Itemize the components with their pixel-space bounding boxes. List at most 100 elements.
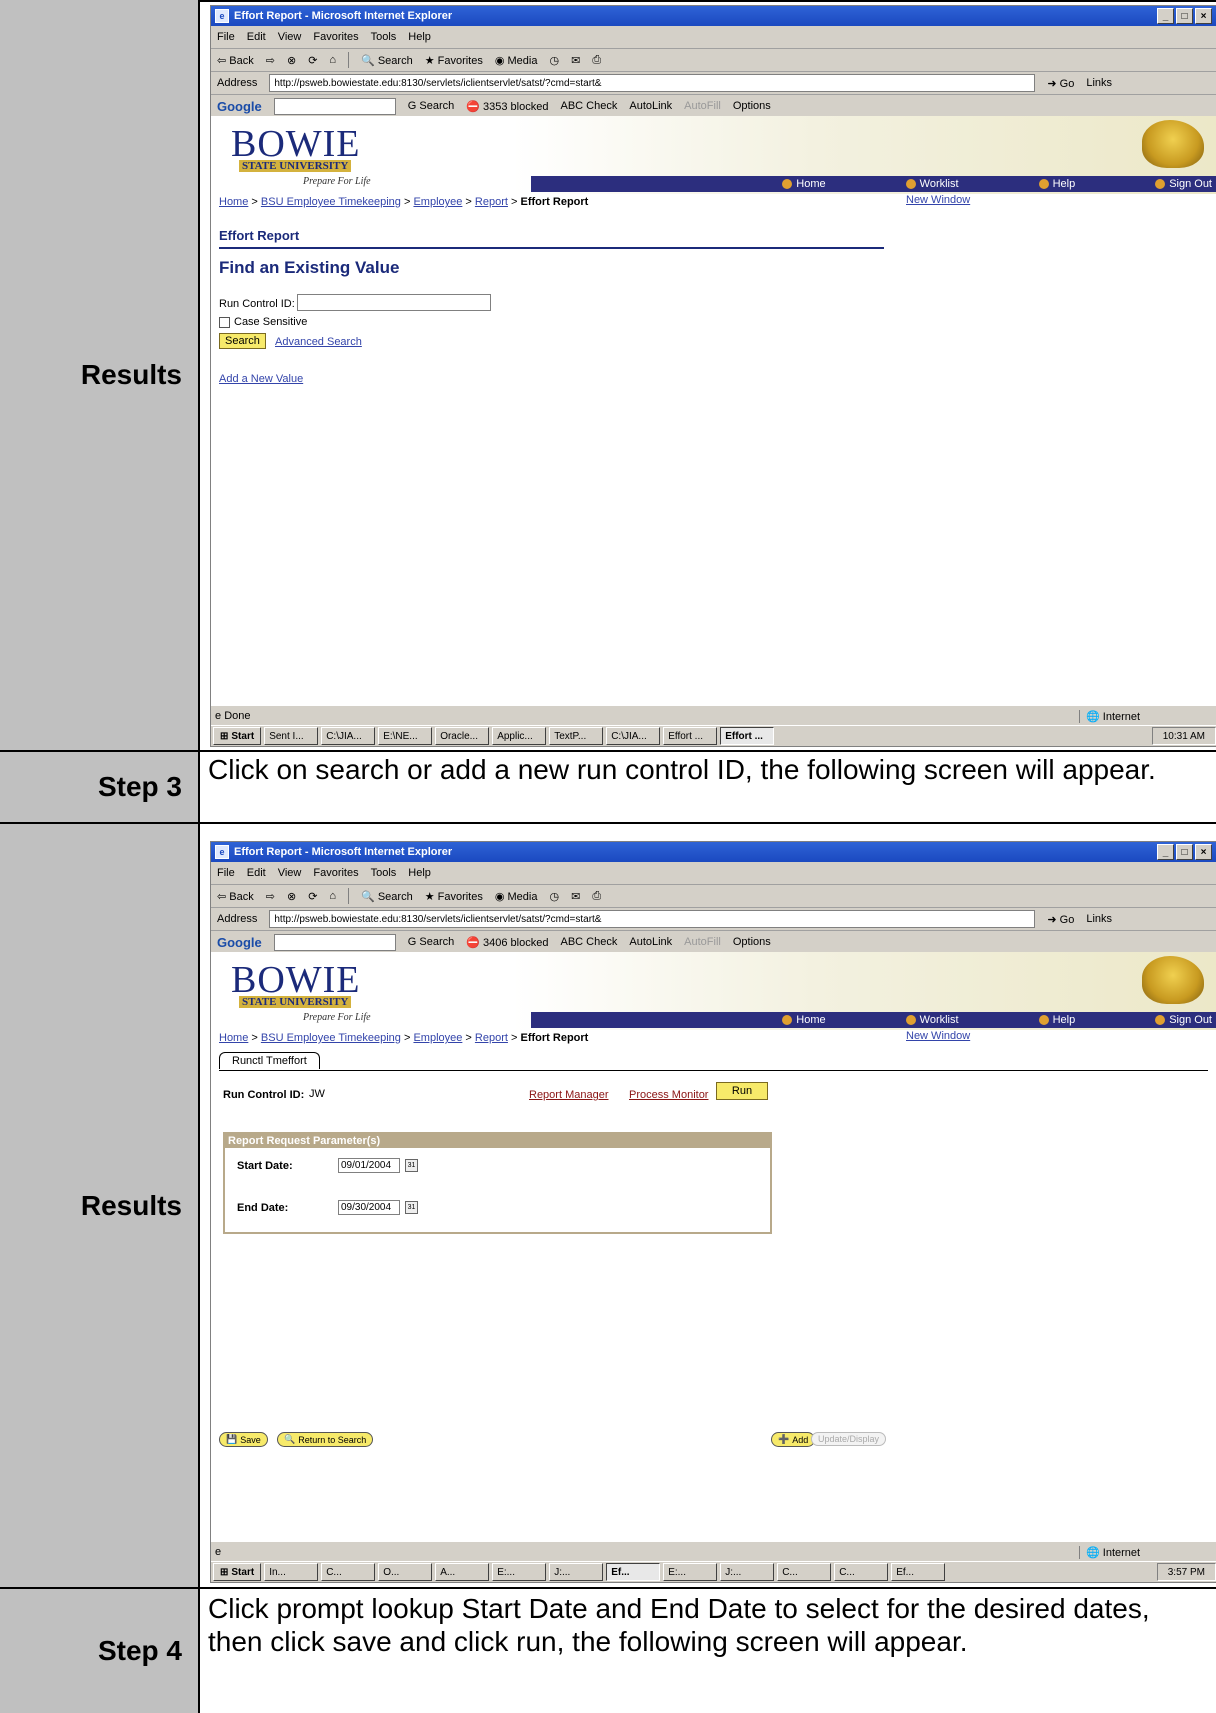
options-button[interactable]: Options: [733, 100, 771, 112]
taskbar-item[interactable]: E:...: [492, 1563, 547, 1581]
maximize-icon[interactable]: □: [1176, 844, 1193, 860]
taskbar-item[interactable]: J:...: [720, 1563, 775, 1581]
calendar-icon[interactable]: 31: [405, 1201, 418, 1214]
back-button[interactable]: ⇦ Back: [217, 890, 254, 903]
refresh-icon[interactable]: ⟳: [308, 890, 317, 903]
forward-icon[interactable]: ⇨: [266, 54, 275, 67]
back-button[interactable]: ⇦ Back: [217, 54, 254, 67]
links-button[interactable]: Links: [1086, 913, 1112, 925]
mail-icon[interactable]: ✉: [571, 54, 580, 67]
crumb-employee[interactable]: Employee: [413, 1032, 462, 1044]
taskbar-item[interactable]: C...: [777, 1563, 832, 1581]
history-icon[interactable]: ◷: [549, 54, 559, 67]
autofill-button[interactable]: AutoFill: [684, 936, 721, 948]
save-button[interactable]: 💾 Save: [219, 1432, 268, 1447]
menu-tools[interactable]: Tools: [371, 867, 397, 879]
taskbar-item[interactable]: Sent I...: [264, 727, 319, 745]
crumb-timekeeping[interactable]: BSU Employee Timekeeping: [261, 1032, 401, 1044]
add-button[interactable]: ➕ Add: [771, 1432, 816, 1447]
taskbar-item[interactable]: C...: [321, 1563, 376, 1581]
mail-icon[interactable]: ✉: [571, 890, 580, 903]
maximize-icon[interactable]: □: [1176, 8, 1193, 24]
taskbar-item-active[interactable]: Ef...: [606, 1563, 661, 1581]
taskbar-item[interactable]: Ef...: [891, 1563, 946, 1581]
update-display-button[interactable]: Update/Display: [811, 1432, 887, 1446]
start-button[interactable]: ⊞ Start: [213, 727, 262, 745]
case-sensitive-checkbox[interactable]: [219, 316, 230, 328]
minimize-icon[interactable]: _: [1157, 8, 1174, 24]
taskbar-item[interactable]: J:...: [549, 1563, 604, 1581]
forward-icon[interactable]: ⇨: [266, 890, 275, 903]
taskbar-item[interactable]: E:\NE...: [378, 727, 433, 745]
crumb-home[interactable]: Home: [219, 1032, 248, 1044]
links-button[interactable]: Links: [1086, 77, 1112, 89]
popup-blocker[interactable]: ⛔ 3353 blocked: [466, 100, 548, 113]
print-icon[interactable]: ⎙: [592, 54, 601, 67]
go-button[interactable]: ➜ Go: [1047, 77, 1074, 90]
google-search-button[interactable]: G Search: [408, 100, 454, 112]
menu-help[interactable]: Help: [408, 867, 431, 879]
nav-help[interactable]: Help: [1038, 1014, 1075, 1026]
nav-worklist[interactable]: Worklist: [905, 178, 959, 190]
stop-icon[interactable]: ⊗: [287, 890, 296, 903]
go-button[interactable]: ➜ Go: [1047, 913, 1074, 926]
taskbar-item[interactable]: Applic...: [492, 727, 547, 745]
new-window-link[interactable]: New Window: [906, 1030, 970, 1042]
report-manager-link[interactable]: Report Manager: [529, 1089, 609, 1101]
taskbar-item[interactable]: A...: [435, 1563, 490, 1581]
options-button[interactable]: Options: [733, 936, 771, 948]
address-input[interactable]: http://psweb.bowiestate.edu:8130/servlet…: [269, 910, 1036, 928]
menu-view[interactable]: View: [278, 31, 302, 43]
taskbar-item[interactable]: C:\JIA...: [321, 727, 376, 745]
end-date-input[interactable]: 09/30/2004: [338, 1200, 400, 1215]
taskbar-item[interactable]: C...: [834, 1563, 889, 1581]
google-logo[interactable]: Google: [217, 99, 262, 114]
taskbar-item[interactable]: TextP...: [549, 727, 604, 745]
search-submit-button[interactable]: Search: [219, 333, 266, 349]
address-input[interactable]: http://psweb.bowiestate.edu:8130/servlet…: [269, 74, 1036, 92]
crumb-employee[interactable]: Employee: [413, 196, 462, 208]
taskbar-item[interactable]: E:...: [663, 1563, 718, 1581]
calendar-icon[interactable]: 31: [405, 1159, 418, 1172]
menu-edit[interactable]: Edit: [247, 867, 266, 879]
close-icon[interactable]: ×: [1195, 844, 1212, 860]
spell-check-button[interactable]: ABC Check: [560, 936, 617, 948]
taskbar-item[interactable]: In...: [264, 1563, 319, 1581]
menu-favorites[interactable]: Favorites: [313, 31, 358, 43]
media-button[interactable]: ◉ Media: [495, 890, 538, 903]
menu-view[interactable]: View: [278, 867, 302, 879]
menu-file[interactable]: File: [217, 867, 235, 879]
google-search-button[interactable]: G Search: [408, 936, 454, 948]
search-button[interactable]: 🔍 Search: [361, 54, 413, 67]
favorites-button[interactable]: ★ Favorites: [425, 54, 483, 67]
nav-signout[interactable]: Sign Out: [1155, 1014, 1212, 1026]
google-search-input[interactable]: [273, 933, 396, 951]
run-button[interactable]: Run: [716, 1082, 768, 1100]
home-icon[interactable]: ⌂: [329, 54, 336, 66]
process-monitor-link[interactable]: Process Monitor: [629, 1089, 708, 1101]
add-new-value-link[interactable]: Add a New Value: [219, 373, 303, 385]
autolink-button[interactable]: AutoLink: [629, 100, 672, 112]
autolink-button[interactable]: AutoLink: [629, 936, 672, 948]
minimize-icon[interactable]: _: [1157, 844, 1174, 860]
taskbar-item[interactable]: Oracle...: [435, 727, 490, 745]
menu-favorites[interactable]: Favorites: [313, 867, 358, 879]
crumb-report[interactable]: Report: [475, 196, 508, 208]
taskbar-item-active[interactable]: Effort ...: [720, 727, 775, 745]
start-button[interactable]: ⊞ Start: [213, 1563, 262, 1581]
spell-check-button[interactable]: ABC Check: [560, 100, 617, 112]
google-search-input[interactable]: [273, 97, 396, 115]
case-sensitive-option[interactable]: Case Sensitive: [219, 316, 307, 328]
taskbar-item[interactable]: O...: [378, 1563, 433, 1581]
advanced-search-link[interactable]: Advanced Search: [275, 336, 362, 348]
stop-icon[interactable]: ⊗: [287, 54, 296, 67]
nav-signout[interactable]: Sign Out: [1155, 178, 1212, 190]
refresh-icon[interactable]: ⟳: [308, 54, 317, 67]
run-control-input[interactable]: [297, 294, 491, 311]
print-icon[interactable]: ⎙: [592, 890, 601, 903]
nav-help[interactable]: Help: [1038, 178, 1075, 190]
menu-help[interactable]: Help: [408, 31, 431, 43]
nav-worklist[interactable]: Worklist: [905, 1014, 959, 1026]
crumb-timekeeping[interactable]: BSU Employee Timekeeping: [261, 196, 401, 208]
search-button[interactable]: 🔍 Search: [361, 890, 413, 903]
